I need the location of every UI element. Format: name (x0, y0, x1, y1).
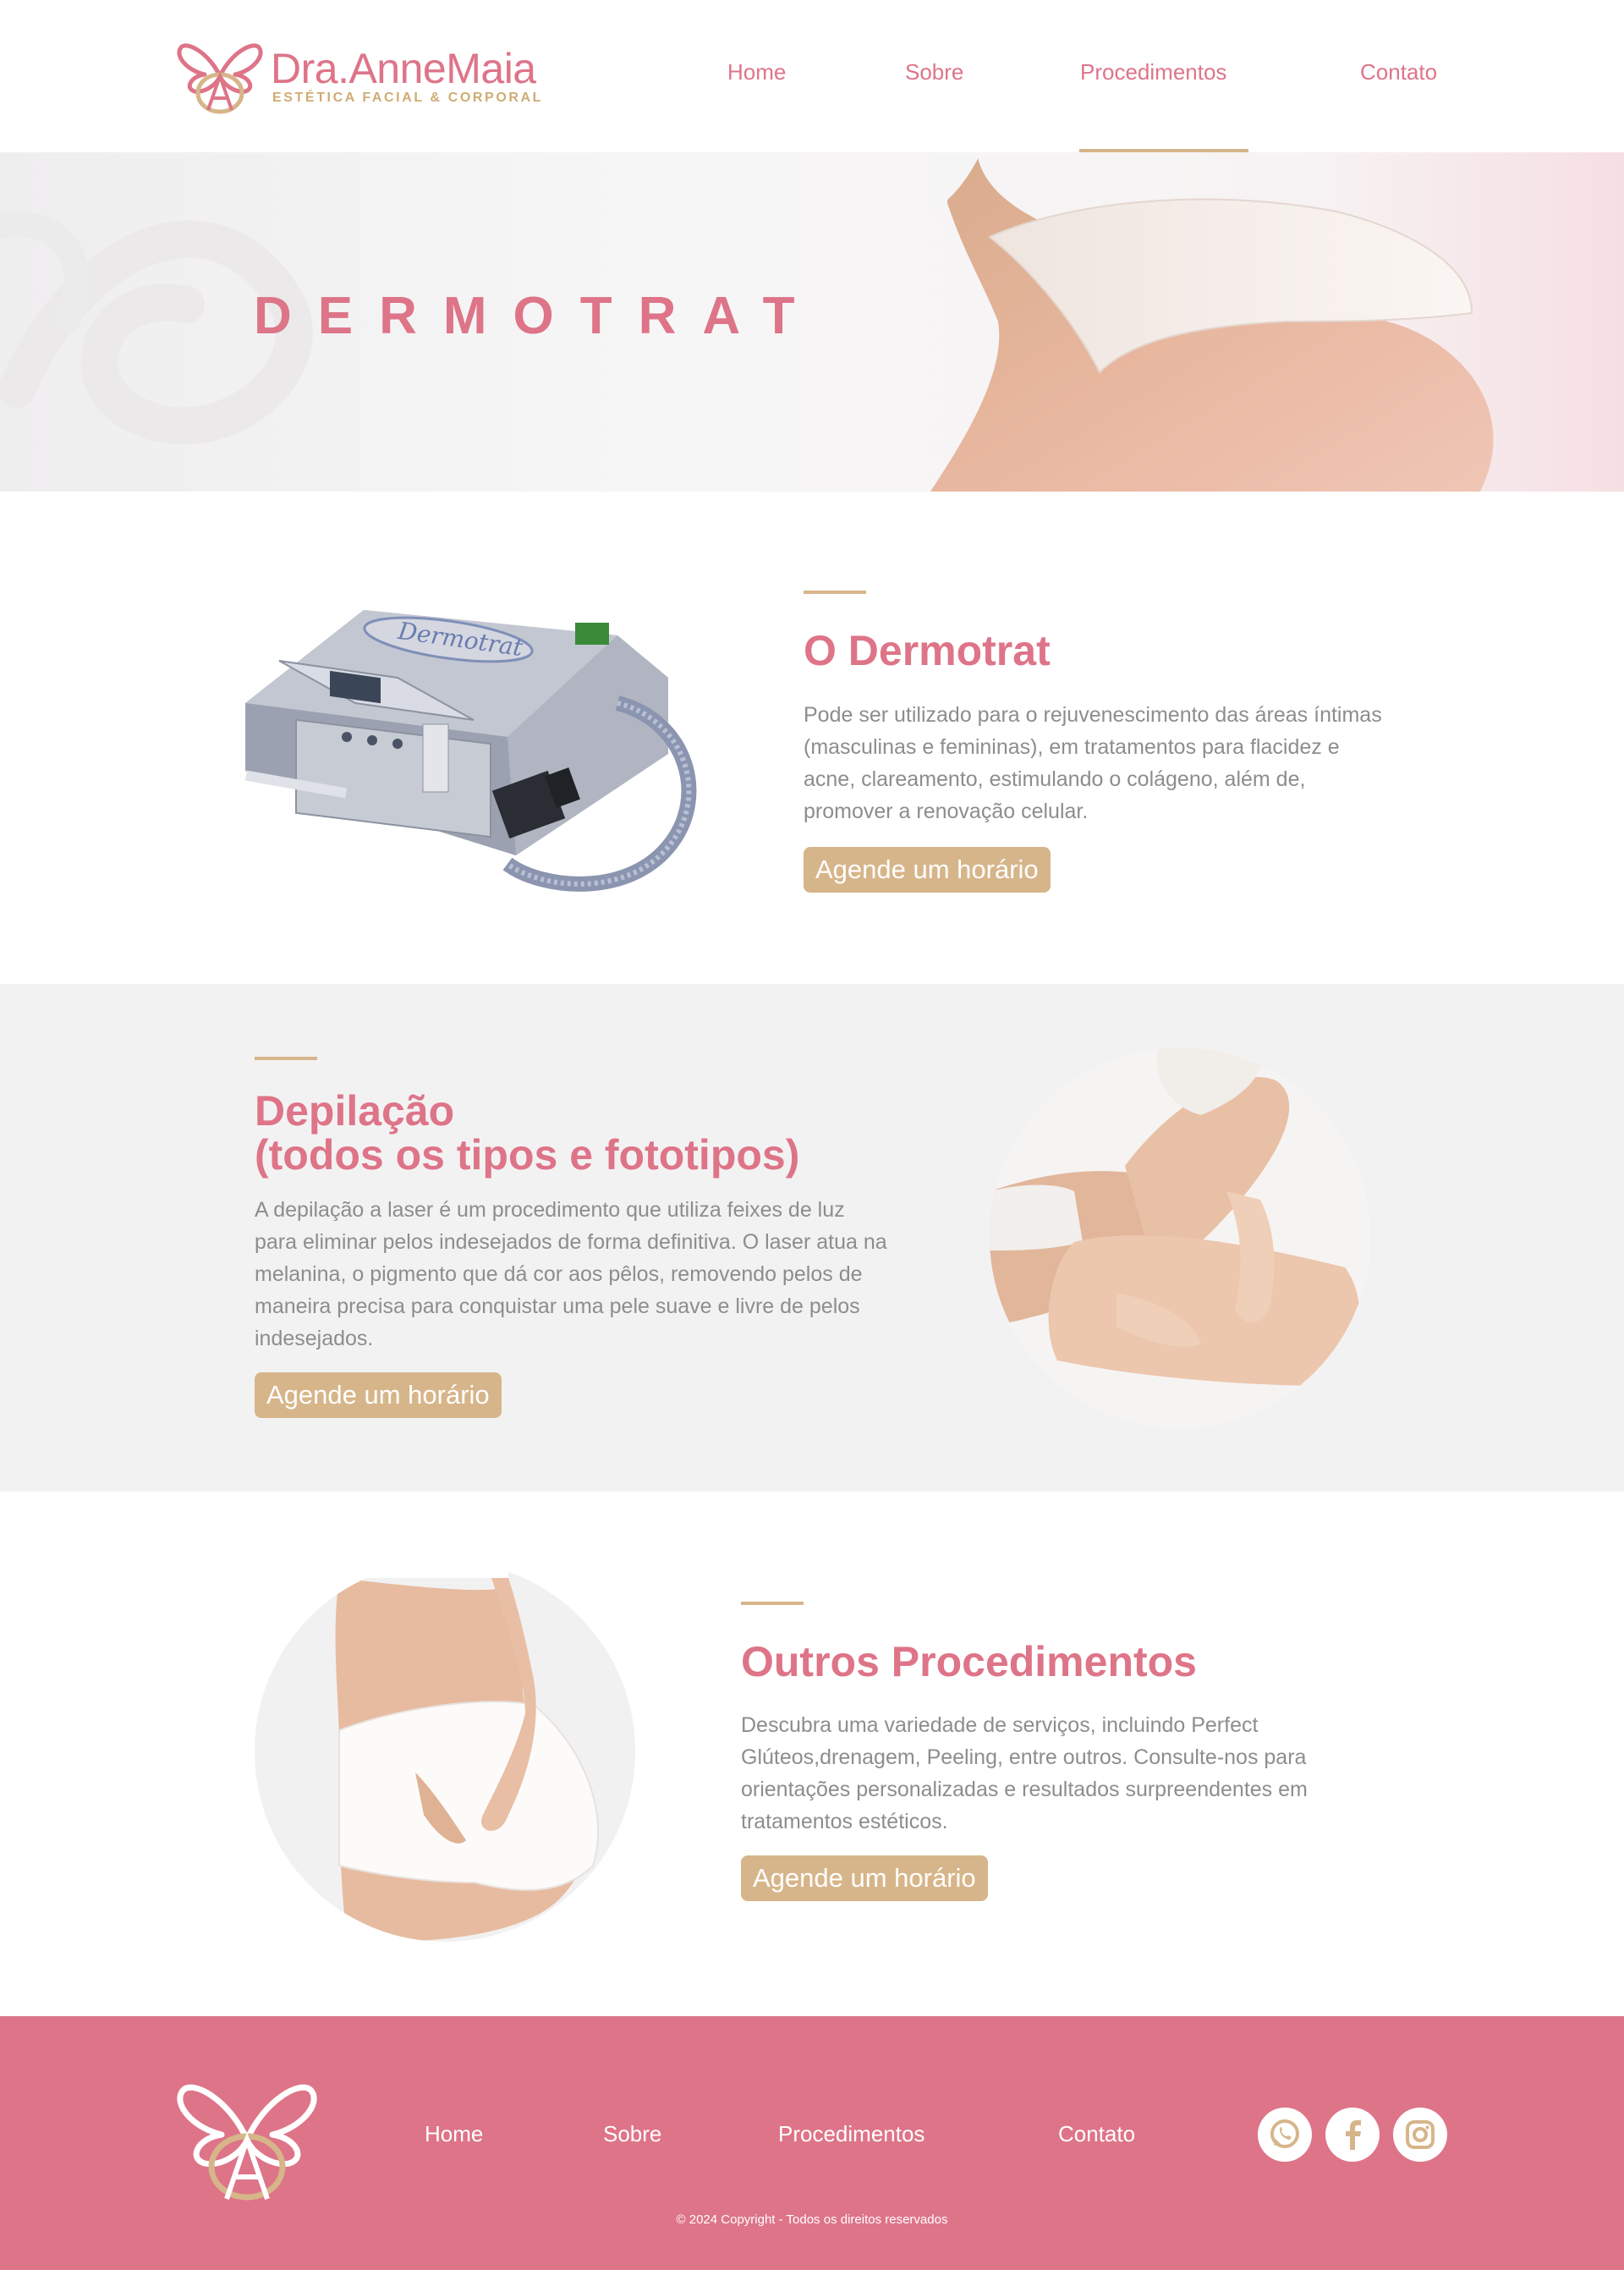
instagram-button[interactable] (1393, 2108, 1447, 2162)
section-title-line1: Depilação (255, 1087, 455, 1135)
section-title-line2: (todos os tipos e fototipos) (255, 1131, 800, 1179)
site-header: Dra.AnneMaia ESTÉTICA FACIAL & CORPORAL … (0, 0, 1624, 152)
section-accent-line (741, 1602, 804, 1605)
brand-name: Dra.AnneMaia (271, 45, 536, 92)
schedule-button[interactable]: Agende um horário (741, 1855, 988, 1901)
whatsapp-icon (1270, 2119, 1299, 2148)
footer-nav-sobre[interactable]: Sobre (603, 2121, 661, 2147)
copyright-text: © 2024 Copyright - Todos os direitos res… (676, 2212, 948, 2227)
section-title: O Dermotrat (804, 627, 1051, 674)
section-depilacao: Depilação (todos os tipos e fototipos) A… (0, 984, 1624, 1492)
section-description: Pode ser utilizado para o rejuvenescimen… (804, 703, 1382, 823)
instagram-icon (1406, 2120, 1435, 2149)
hero-banner: DERMOTRAT (0, 152, 1624, 492)
section-description: A depilação a laser é um procedimento qu… (255, 1198, 887, 1350)
facebook-button[interactable] (1325, 2108, 1380, 2162)
nav-sobre[interactable]: Sobre (905, 59, 963, 85)
section-title: Outros Procedimentos (741, 1638, 1197, 1685)
section-accent-line (804, 591, 866, 594)
butterfly-logo-icon (177, 43, 263, 114)
nav-home[interactable]: Home (727, 59, 786, 85)
site-footer: Home Sobre Procedimentos Contato © 2024 … (0, 2016, 1624, 2270)
section-outros: Outros Procedimentos Descubra uma varied… (0, 1492, 1624, 2016)
section-description: Descubra uma variedade de serviços, incl… (741, 1713, 1308, 1833)
schedule-button[interactable]: Agende um horário (255, 1372, 502, 1418)
footer-butterfly-logo-icon[interactable] (174, 2075, 320, 2201)
outros-image (255, 1561, 635, 1942)
section-accent-line (255, 1057, 317, 1060)
dermotrat-device-image: Dermotrat (244, 610, 697, 892)
facebook-icon (1346, 2120, 1361, 2150)
hero-title: DERMOTRAT (254, 287, 821, 345)
footer-nav-contato[interactable]: Contato (1058, 2121, 1135, 2147)
footer-nav-home[interactable]: Home (425, 2121, 483, 2147)
whatsapp-button[interactable] (1258, 2108, 1312, 2162)
nav-contato[interactable]: Contato (1360, 59, 1437, 85)
footer-nav-procedimentos[interactable]: Procedimentos (778, 2121, 924, 2147)
section-dermotrat: Dermotrat O Dermotrat Pode ser utilizado… (0, 492, 1624, 984)
brand-tagline: ESTÉTICA FACIAL & CORPORAL (272, 91, 544, 105)
hero-body-image (930, 152, 1494, 492)
nav-procedimentos[interactable]: Procedimentos (1080, 59, 1226, 85)
body-photo (255, 1561, 635, 1942)
brand-logo[interactable]: Dra.AnneMaia ESTÉTICA FACIAL & CORPORAL (176, 37, 540, 115)
legs-photo (990, 1047, 1370, 1428)
depilacao-image (990, 1047, 1370, 1428)
schedule-button[interactable]: Agende um horário (804, 847, 1051, 893)
